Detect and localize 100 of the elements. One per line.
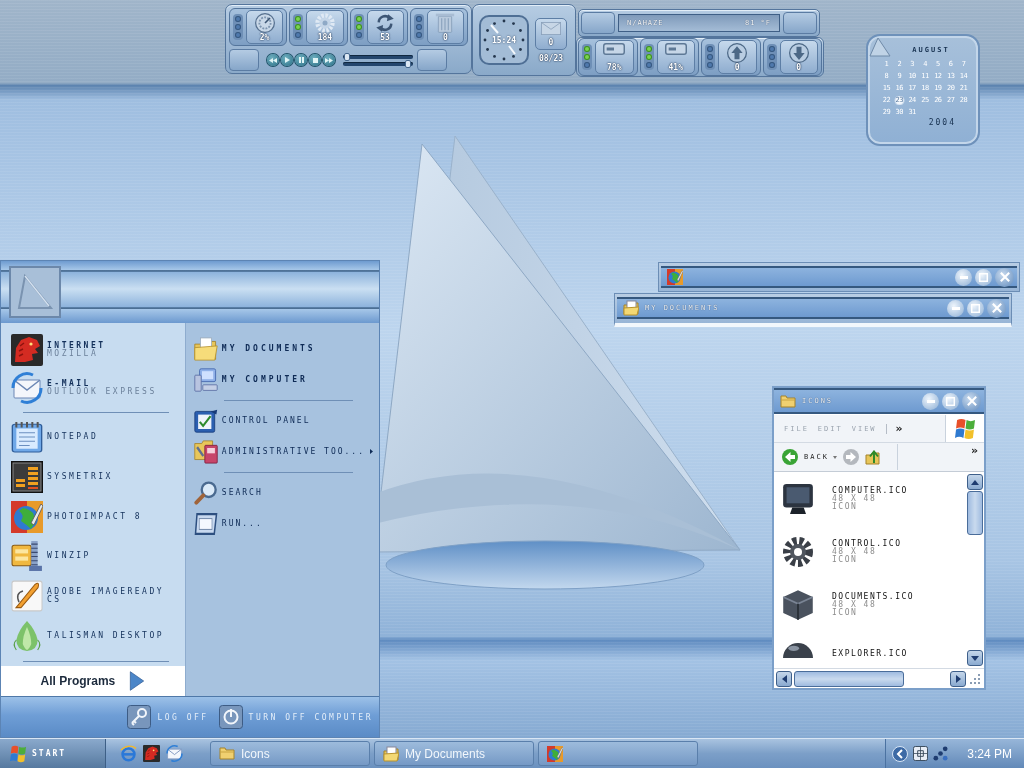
- gauge-icon: [254, 13, 275, 33]
- minimize-icon: [951, 306, 960, 310]
- forward-arrow-icon: [842, 449, 859, 465]
- minimize-button[interactable]: [922, 392, 939, 410]
- drive-icon: [664, 43, 687, 55]
- caret-icon: [832, 455, 837, 459]
- envelope-icon[interactable]: [166, 745, 183, 762]
- seek-slider[interactable]: [343, 54, 413, 59]
- resize-grip-icon: [970, 673, 980, 684]
- meter-value: 0: [796, 63, 802, 72]
- slider-thumb[interactable]: [405, 59, 412, 68]
- quill-icon: [11, 580, 43, 613]
- search-icon: [193, 480, 218, 505]
- pause-icon: [298, 57, 304, 63]
- start-button[interactable]: START: [0, 739, 106, 768]
- minimize-icon: [926, 399, 935, 403]
- list-row[interactable]: EXPLORER.ICO: [778, 631, 966, 659]
- fast-forward-button[interactable]: [323, 54, 335, 66]
- calendar-year: 2004: [928, 118, 956, 127]
- globe-icon: [667, 269, 683, 285]
- close-button[interactable]: [995, 267, 1014, 287]
- menu-item[interactable]: WINZIP: [1, 536, 185, 577]
- envelope-icon: [541, 21, 561, 35]
- clock-icon: [479, 15, 529, 65]
- tools-folder-icon: [193, 439, 218, 464]
- leaf-icon: [11, 620, 43, 653]
- tray-expand-button[interactable]: [892, 745, 909, 762]
- scroll-up-button[interactable]: [967, 474, 983, 490]
- folder-icon: [219, 747, 235, 760]
- menu-item[interactable]: CONTROL PANEL: [193, 405, 373, 436]
- menu-item[interactable]: MY DOCUMENTS: [193, 333, 373, 364]
- dots-icon[interactable]: [933, 746, 949, 761]
- chevron-button[interactable]: »: [970, 445, 978, 456]
- volume-slider[interactable]: [343, 61, 413, 66]
- minimize-button[interactable]: [947, 299, 964, 317]
- scroll-left-button[interactable]: [776, 670, 792, 687]
- horizontal-scrollbar[interactable]: [776, 670, 966, 687]
- chevron-button[interactable]: »: [895, 423, 903, 434]
- close-icon: [991, 303, 1002, 313]
- fast-forward-icon: [325, 57, 333, 63]
- up-arrow-icon: [971, 479, 979, 485]
- pause-button[interactable]: [295, 54, 307, 66]
- menu-item[interactable]: ADMINISTRATIVE TOO...: [193, 436, 373, 467]
- turn-off-button[interactable]: TURN OFF COMPUTER: [218, 705, 373, 729]
- scrollbar-thumb[interactable]: [794, 670, 904, 687]
- rewind-icon: [269, 57, 277, 63]
- globe-icon: [547, 745, 563, 762]
- menu-item[interactable]: E-MAIL OUTLOOK EXPRESS: [1, 368, 185, 407]
- maximize-button[interactable]: [942, 392, 959, 410]
- slider-thumb[interactable]: [344, 52, 351, 61]
- key-icon: [127, 705, 152, 729]
- scrollbar-thumb[interactable]: [967, 491, 983, 535]
- chevron-left-icon: [892, 745, 909, 762]
- menu-item[interactable]: MY COMPUTER: [193, 364, 373, 395]
- scroll-right-button[interactable]: [950, 670, 966, 687]
- gear-icon: [314, 13, 335, 33]
- monitor-icon: [782, 482, 814, 515]
- minimize-button[interactable]: [955, 268, 972, 286]
- all-programs-button[interactable]: All Programs: [1, 666, 185, 697]
- taskbar-button[interactable]: Icons: [210, 741, 370, 766]
- date-text: 08/23: [538, 53, 564, 63]
- vertical-scrollbar[interactable]: [966, 472, 984, 668]
- notepad-icon: [11, 420, 43, 453]
- rewind-button[interactable]: [267, 54, 279, 66]
- menu-item[interactable]: SYSMETRIX: [1, 456, 185, 497]
- monster-head-icon: [11, 333, 43, 366]
- up-button[interactable]: [864, 449, 881, 465]
- circular-arrows-icon: [375, 13, 396, 33]
- down-arrow-icon: [971, 655, 979, 661]
- close-button[interactable]: [987, 298, 1006, 318]
- blank-tile: [581, 12, 615, 34]
- taskbar-button[interactable]: My Documents: [374, 741, 534, 766]
- menu-item[interactable]: TALISMAN DESKTOP: [1, 616, 185, 657]
- mail-count: 0: [548, 37, 554, 47]
- meter-value: 0: [734, 63, 740, 72]
- meter-value: 0: [442, 33, 448, 42]
- menu-item[interactable]: PHOTOIMPACT 8: [1, 496, 185, 537]
- log-off-button[interactable]: LOG OFF: [127, 705, 209, 729]
- stop-button[interactable]: [309, 54, 321, 66]
- menu-item[interactable]: INTERNET MOZILLA: [1, 331, 185, 369]
- folder-icon: [780, 394, 796, 408]
- list-row[interactable]: CONTROL.ICO 48 X 48 ICON: [778, 525, 966, 578]
- scroll-down-button[interactable]: [967, 650, 983, 666]
- menu-item[interactable]: NOTEPAD: [1, 416, 185, 457]
- minimize-icon: [959, 275, 968, 279]
- menu-item[interactable]: SEARCH: [193, 477, 373, 508]
- envelope-icon: [11, 371, 43, 404]
- grid-icon[interactable]: [913, 746, 929, 761]
- menu-item[interactable]: ADOBE IMAGEREADY CS: [1, 576, 185, 617]
- play-button[interactable]: [281, 54, 293, 66]
- mail-tile[interactable]: 0: [535, 17, 567, 50]
- meter-value: 2%: [259, 33, 270, 42]
- play-icon: [284, 57, 290, 63]
- gear-icon: [782, 535, 814, 568]
- monster-head-icon[interactable]: [143, 745, 160, 762]
- list-row[interactable]: DOCUMENTS.ICO 48 X 48 ICON: [778, 578, 966, 631]
- right-arrow-icon: [129, 671, 146, 692]
- menu-item[interactable]: RUN...: [193, 508, 373, 539]
- drive-icon: [603, 43, 626, 55]
- list-row[interactable]: COMPUTER.ICO 48 X 48 ICON: [778, 472, 966, 525]
